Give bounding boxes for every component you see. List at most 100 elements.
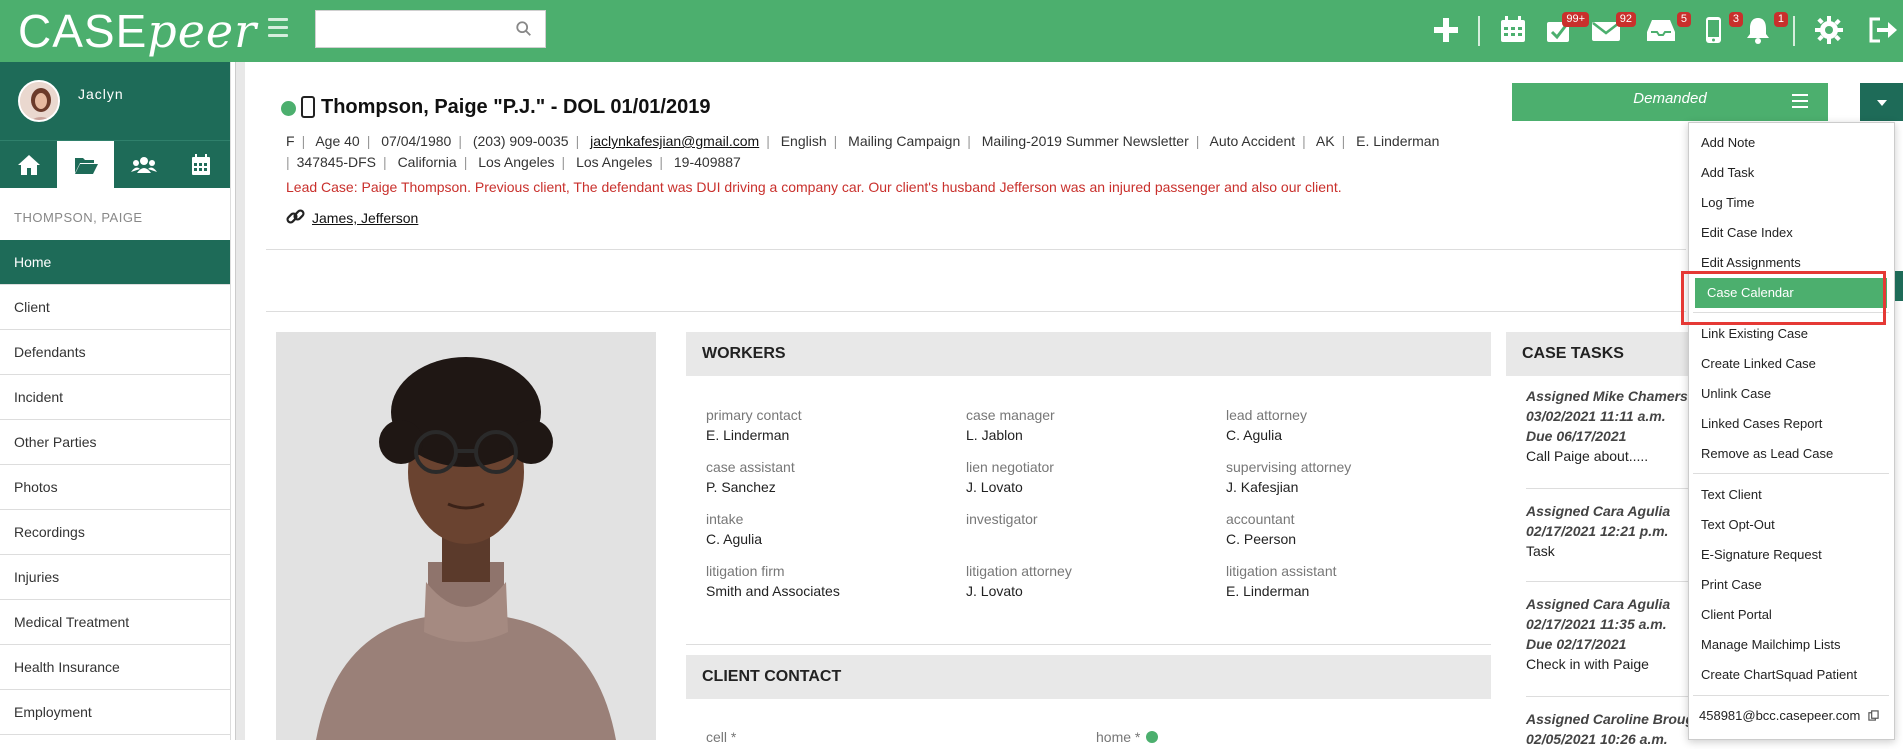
inbox-badge: 5 <box>1676 12 1691 27</box>
menu-unlink-case[interactable]: Unlink Case <box>1689 379 1894 409</box>
top-bar: CASEpeer 99+ 92 5 3 1 <box>0 0 1903 62</box>
users-icon[interactable] <box>115 141 172 189</box>
calendar-icon[interactable] <box>172 141 229 189</box>
search-input[interactable] <box>315 10 546 48</box>
sidebar-nav-icons <box>0 140 230 189</box>
case-meta: F | Age 40 | 07/04/1980 | (203) 909-0035 | j… <box>286 133 1440 170</box>
phone-icon[interactable]: 3 <box>1697 12 1743 48</box>
home-icon[interactable] <box>0 141 57 189</box>
plus-icon[interactable] <box>1430 14 1464 48</box>
menu-toggle-icon[interactable] <box>268 18 288 38</box>
case-status-button[interactable]: Demanded <box>1512 83 1828 121</box>
meta-campaign: Mailing-2019 Summer Newsletter <box>981 133 1189 149</box>
menu-create-chartsquad-patient[interactable]: Create ChartSquad Patient <box>1689 660 1894 690</box>
panel-edge-button[interactable] <box>1895 271 1903 301</box>
linked-case[interactable]: James, Jefferson <box>286 207 418 227</box>
meta-worker: E. Linderman <box>1356 133 1440 149</box>
sidebar-item-home[interactable]: Home <box>0 240 230 285</box>
worker-supervising-attorney: supervising attorney J. Kafesjian <box>1226 459 1352 495</box>
sidebar-item-photos[interactable]: Photos <box>0 465 230 510</box>
divider <box>266 249 1686 250</box>
menu-create-linked-case[interactable]: Create Linked Case <box>1689 349 1894 379</box>
meta-email-link[interactable]: jaclynkafesjian@gmail.com <box>590 133 759 149</box>
meta-case-number: 347845-DFS <box>296 154 377 170</box>
status-dot <box>281 101 296 116</box>
worker-intake: intake C. Agulia <box>706 511 763 547</box>
divider <box>1526 581 1696 582</box>
sidebar-item-employment[interactable]: Employment <box>0 690 230 735</box>
calendar-icon[interactable] <box>1497 14 1531 48</box>
user-box: Jaclyn <box>0 62 230 140</box>
inbox-tray-icon[interactable]: 5 <box>1645 12 1691 48</box>
worker-lien-negotiator: lien negotiator J. Lovato <box>966 459 1054 495</box>
menu-linked-cases-report[interactable]: Linked Cases Report <box>1689 409 1894 439</box>
menu-manage-mailchimp[interactable]: Manage Mailchimp Lists <box>1689 630 1894 660</box>
worker-litigation-firm: litigation firm Smith and Associates <box>706 563 840 599</box>
menu-e-signature-request[interactable]: E-Signature Request <box>1689 540 1894 570</box>
sign-out-icon[interactable] <box>1866 14 1900 48</box>
sidebar-scrollbar[interactable] <box>235 62 245 740</box>
meta-source: Mailing Campaign <box>848 133 961 149</box>
divider <box>1793 16 1795 46</box>
meta-initials: AK <box>1315 133 1335 149</box>
worker-litigation-attorney: litigation attorney J. Lovato <box>966 563 1072 599</box>
menu-client-portal[interactable]: Client Portal <box>1689 600 1894 630</box>
sidebar-nav-list: Home Client Defendants Incident Other Pa… <box>0 240 230 735</box>
meta-case-type: Auto Accident <box>1209 133 1296 149</box>
mobile-phone-icon <box>301 96 315 118</box>
gear-icon[interactable] <box>1813 14 1847 48</box>
sidebar-item-defendants[interactable]: Defendants <box>0 330 230 375</box>
menu-bcc-email[interactable]: 458981@bcc.casepeer.com <box>1689 701 1894 731</box>
copy-icon[interactable] <box>1868 710 1879 721</box>
menu-text-opt-out[interactable]: Text Opt-Out <box>1689 510 1894 540</box>
meta-age: Age 40 <box>315 133 360 149</box>
sidebar-item-client[interactable]: Client <box>0 285 230 330</box>
sidebar-item-other-parties[interactable]: Other Parties <box>0 420 230 465</box>
sidebar-case-name: THOMPSON, PAIGE <box>14 210 143 225</box>
avatar[interactable] <box>18 80 60 122</box>
sidebar-item-health-insurance[interactable]: Health Insurance <box>0 645 230 690</box>
menu-text-client[interactable]: Text Client <box>1689 480 1894 510</box>
task-item[interactable]: Assigned Mike Chamers 03/02/2021 11:11 a… <box>1526 386 1688 466</box>
case-title: Thompson, Paige "P.J." - DOL 01/01/2019 <box>321 96 711 118</box>
tasks-check-icon[interactable]: 99+ <box>1543 12 1589 48</box>
home-preferred-dot <box>1146 731 1158 743</box>
meta-claim-number: 19-409887 <box>673 154 741 170</box>
bell-icon[interactable]: 1 <box>1742 12 1788 48</box>
cell-label: cell * <box>706 729 737 745</box>
case-status-label: Demanded <box>1633 90 1707 107</box>
actions-dropdown-toggle[interactable] <box>1860 83 1903 121</box>
task-item[interactable]: Assigned Cara Agulia 02/17/2021 11:35 a.… <box>1526 594 1670 674</box>
menu-log-time[interactable]: Log Time <box>1689 188 1894 218</box>
worker-accountant: accountant C. Peerson <box>1226 511 1297 547</box>
folder-open-icon[interactable] <box>57 141 114 189</box>
sidebar-item-medical-treatment[interactable]: Medical Treatment <box>0 600 230 645</box>
meta-county: Los Angeles <box>478 154 555 170</box>
menu-add-task[interactable]: Add Task <box>1689 158 1894 188</box>
worker-case-assistant: case assistant P. Sanchez <box>706 459 795 495</box>
menu-edit-case-index[interactable]: Edit Case Index <box>1689 218 1894 248</box>
task-item[interactable]: Assigned Caroline Broug 02/05/2021 10:26… <box>1526 709 1694 749</box>
mail-icon[interactable]: 92 <box>1590 12 1636 48</box>
menu-remove-lead-case[interactable]: Remove as Lead Case <box>1689 439 1894 469</box>
task-item[interactable]: Assigned Cara Agulia 02/17/2021 12:21 p.… <box>1526 501 1670 561</box>
menu-print-case[interactable]: Print Case <box>1689 570 1894 600</box>
sidebar: Jaclyn THOMPSON, PAIGE Home Client Defen… <box>0 62 231 740</box>
sidebar-item-recordings[interactable]: Recordings <box>0 510 230 555</box>
sidebar-item-injuries[interactable]: Injuries <box>0 555 230 600</box>
phone-badge: 3 <box>1728 12 1743 27</box>
meta-city: Los Angeles <box>576 154 653 170</box>
user-name[interactable]: Jaclyn <box>78 86 124 102</box>
menu-add-note[interactable]: Add Note <box>1689 128 1894 158</box>
divider <box>1693 473 1889 474</box>
meta-phone: (203) 909-0035 <box>472 133 569 149</box>
client-photo <box>276 332 656 740</box>
sidebar-item-incident[interactable]: Incident <box>0 375 230 420</box>
meta-dob: 07/04/1980 <box>381 133 452 149</box>
divider <box>266 311 1686 312</box>
meta-state: California <box>397 154 457 170</box>
casepeer-logo[interactable]: CASEpeer <box>18 4 257 58</box>
mail-badge: 92 <box>1615 12 1636 27</box>
linked-case-link[interactable]: James, Jefferson <box>312 210 418 226</box>
workers-panel-title: WORKERS <box>686 332 1491 376</box>
